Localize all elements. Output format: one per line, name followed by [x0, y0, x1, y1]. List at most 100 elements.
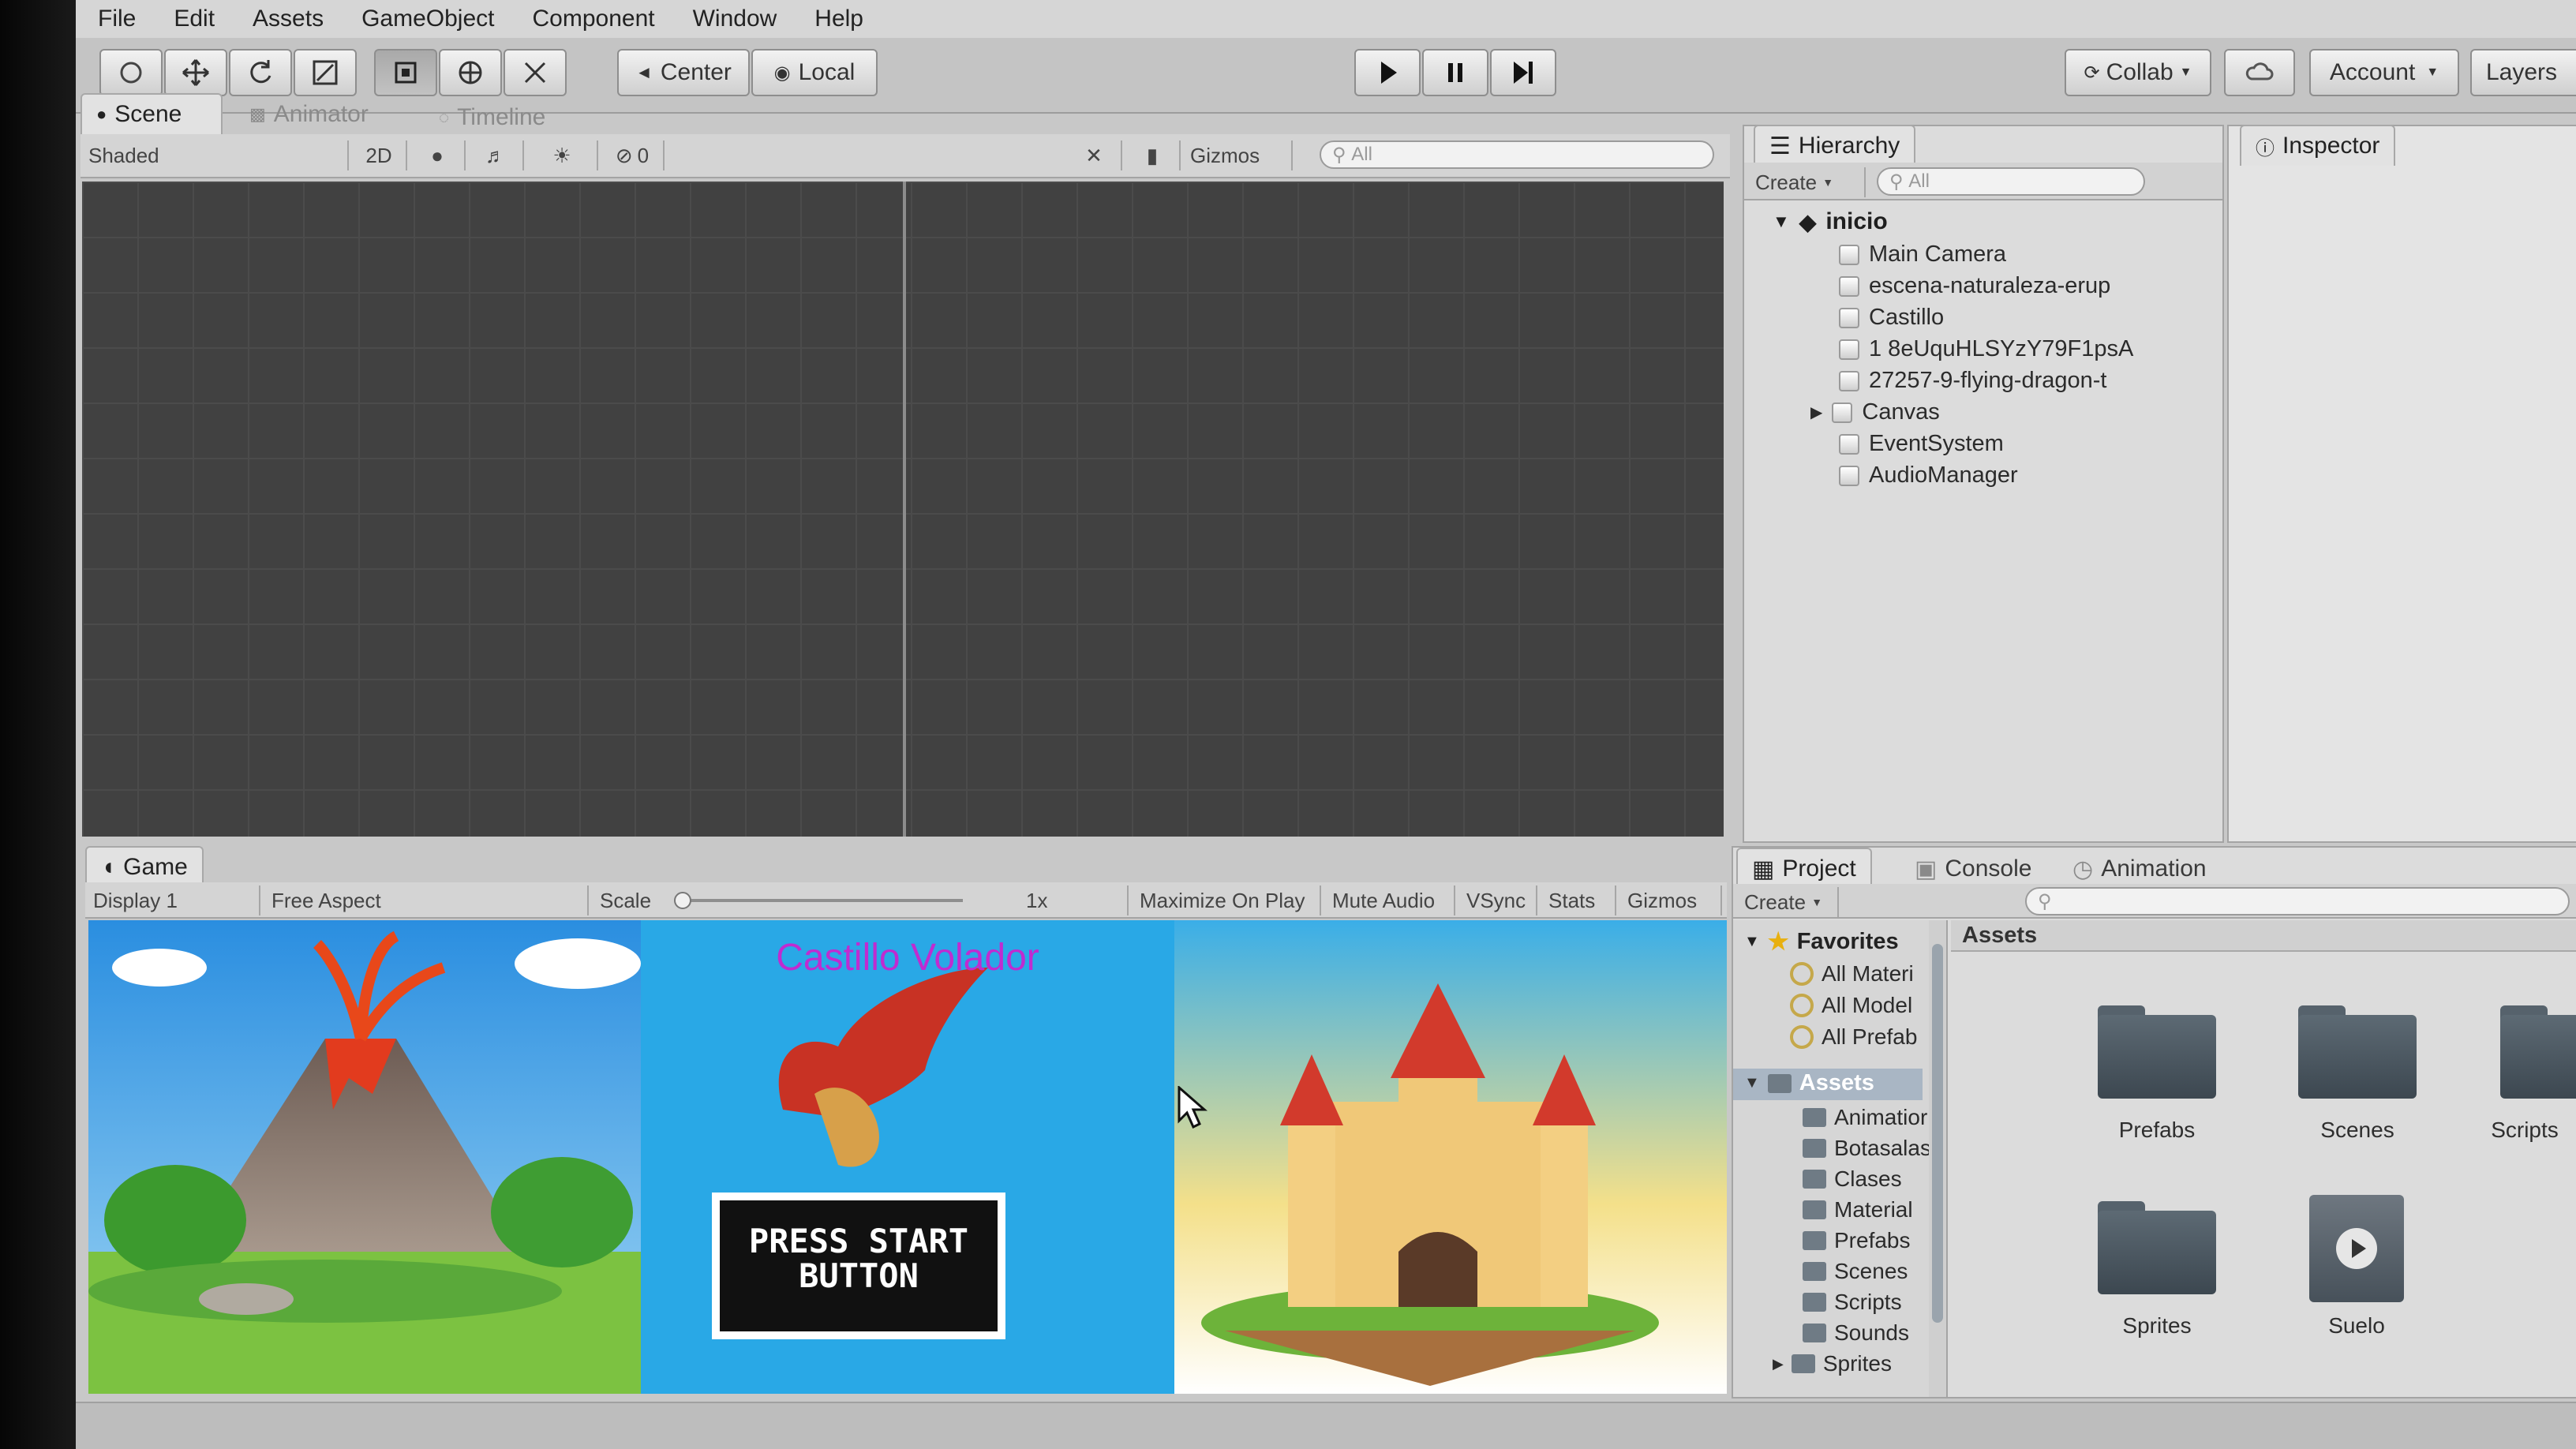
shading-mode-dropdown[interactable]: Shaded [80, 140, 349, 170]
tab-animation[interactable]: ◷ Animation [2057, 848, 2222, 889]
hierarchy-item-main-camera[interactable]: Main Camera [1839, 242, 2006, 268]
asset-label-scripts: Scripts [2491, 1118, 2559, 1142]
tree-folder-label: Sounds [1834, 1320, 1909, 1345]
tab-hierarchy[interactable]: ☰ Hierarchy [1754, 125, 1916, 166]
expand-arrow-icon[interactable]: ▶ [1810, 402, 1822, 422]
tree-folder-scripts[interactable]: Scripts [1803, 1290, 1902, 1315]
custom-tool-button[interactable] [504, 49, 567, 96]
asset-label-sprites: Sprites [2122, 1313, 2192, 1338]
favorite-all-models[interactable]: All Model [1790, 993, 1912, 1018]
tree-folder-animations[interactable]: Animatior [1803, 1105, 1927, 1130]
menu-assets[interactable]: Assets [245, 6, 331, 32]
menu-window[interactable]: Window [685, 6, 785, 32]
expand-arrow-icon[interactable]: ▼ [1744, 933, 1760, 951]
asset-folder-sprites[interactable] [2098, 1201, 2216, 1294]
cloud-button[interactable] [2224, 49, 2295, 96]
hierarchy-create-button[interactable]: Create ▼ [1747, 167, 1866, 197]
play-button[interactable] [1354, 49, 1421, 96]
pivot-local-button[interactable]: ◉ Local [751, 49, 878, 96]
account-dropdown[interactable]: Account ▼ [2309, 49, 2459, 96]
expand-arrow-icon[interactable]: ▼ [1773, 212, 1790, 232]
tree-folder-prefabs[interactable]: Prefabs [1803, 1228, 1911, 1253]
tab-game[interactable]: ◖ Game [85, 846, 204, 887]
menu-help[interactable]: Help [807, 6, 871, 32]
project-create-button[interactable]: Create ▼ [1736, 887, 1839, 917]
hierarchy-item-eventsystem[interactable]: EventSystem [1839, 431, 2004, 457]
step-button[interactable] [1490, 49, 1556, 96]
transform-tool-button[interactable] [439, 49, 502, 96]
scene-root-row[interactable]: ▼ ◆ inicio [1773, 208, 1888, 235]
scale-slider-thumb[interactable] [674, 892, 691, 909]
tab-console[interactable]: ▣ Console [1899, 848, 2047, 889]
expand-arrow-icon[interactable]: ▶ [1773, 1356, 1784, 1372]
scale-slider-track[interactable] [679, 899, 963, 902]
hierarchy-item-dragon[interactable]: 27257-9-flying-dragon-t [1839, 368, 2106, 394]
list-icon: ☰ [1769, 133, 1791, 159]
scene-view-canvas[interactable] [82, 182, 1724, 837]
asset-suelo-thumbnail[interactable] [2309, 1195, 2404, 1302]
game-gizmos-dropdown[interactable]: Gizmos [1619, 886, 1722, 915]
tree-scrollbar[interactable] [1929, 920, 1946, 1397]
mute-audio-toggle[interactable]: Mute Audio [1324, 886, 1455, 915]
favorite-all-prefabs[interactable]: All Prefab [1790, 1024, 1917, 1050]
asset-folder-scenes[interactable] [2298, 1005, 2417, 1099]
hierarchy-item-canvas[interactable]: ▶ Canvas [1810, 399, 1940, 425]
asset-folder-scripts[interactable] [2500, 1005, 2576, 1099]
camera-settings-button[interactable]: ▮ [1125, 140, 1181, 170]
game-view-render[interactable]: Castillo Volador PRESS START BUTTON [88, 920, 1727, 1394]
tab-animator[interactable]: ▩ Animator [234, 93, 384, 134]
tree-folder-material[interactable]: Material [1803, 1197, 1913, 1222]
move-tool-button[interactable] [164, 49, 227, 96]
menu-file[interactable]: File [90, 6, 144, 32]
wrench-icon: ✕ [1085, 143, 1103, 167]
title-screen-panel [641, 920, 1174, 1394]
gizmos-dropdown[interactable]: Gizmos [1182, 140, 1293, 170]
menu-component[interactable]: Component [524, 6, 662, 32]
2d-toggle[interactable]: 2D [352, 140, 407, 170]
project-search-input[interactable]: ⚲ [2025, 887, 2570, 915]
tree-folder-clases[interactable]: Clases [1803, 1166, 1902, 1192]
pause-button[interactable] [1422, 49, 1488, 96]
tree-folder-botasalas[interactable]: Botasalas [1803, 1136, 1931, 1161]
layers-dropdown[interactable]: Layers [2470, 49, 2576, 96]
favorites-header[interactable]: ▼ ★ Favorites [1744, 928, 1899, 956]
scale-tool-button[interactable] [294, 49, 357, 96]
stats-toggle[interactable]: Stats [1541, 886, 1616, 915]
press-start-button[interactable]: PRESS START BUTTON [720, 1224, 998, 1294]
collab-button[interactable]: ⟳ Collab ▼ [2065, 49, 2211, 96]
scene-tools-button[interactable]: ✕ [1067, 140, 1122, 170]
hierarchy-item-castillo[interactable]: Castillo [1839, 305, 1944, 331]
hand-tool-button[interactable] [99, 49, 163, 96]
lighting-toggle[interactable]: ● [410, 140, 466, 170]
pivot-center-button[interactable]: ◄ Center [617, 49, 750, 96]
menu-edit[interactable]: Edit [166, 6, 223, 32]
hierarchy-search-input[interactable]: ⚲ All [1877, 167, 2145, 196]
tab-project[interactable]: ▦ Project [1736, 848, 1872, 889]
rect-tool-button[interactable] [374, 49, 437, 96]
breadcrumb-label[interactable]: Assets [1962, 923, 2037, 949]
tree-scrollbar-thumb[interactable] [1932, 944, 1943, 1323]
tab-scene[interactable]: ● Scene [80, 93, 223, 134]
aspect-dropdown[interactable]: Free Aspect [264, 886, 589, 915]
hierarchy-item-sprite-1[interactable]: 1 8eUquHLSYzY79F1psA [1839, 336, 2133, 362]
vsync-toggle[interactable]: VSync [1458, 886, 1537, 915]
effects-dropdown[interactable]: ☀ [527, 140, 598, 170]
hierarchy-item-audiomanager[interactable]: AudioManager [1839, 462, 2018, 489]
tab-inspector[interactable]: ⓘ Inspector [2240, 125, 2396, 166]
expand-arrow-icon[interactable]: ▼ [1744, 1074, 1760, 1092]
scene-search-input[interactable]: ⚲ All [1320, 140, 1714, 169]
maximize-on-play-toggle[interactable]: Maximize On Play [1132, 886, 1321, 915]
hierarchy-item-escena[interactable]: escena-naturaleza-erup [1839, 273, 2110, 299]
tree-folder-sprites[interactable]: ▶ Sprites [1773, 1351, 1892, 1376]
hidden-objects-counter[interactable]: ⊘ 0 [601, 140, 665, 170]
globe-icon: ◉ [773, 62, 791, 84]
rotate-tool-button[interactable] [229, 49, 292, 96]
menu-gameobject[interactable]: GameObject [354, 6, 502, 32]
tree-folder-scenes[interactable]: Scenes [1803, 1259, 1908, 1284]
asset-folder-prefabs[interactable] [2098, 1005, 2216, 1099]
tab-timeline[interactable]: ◌ Timeline [423, 96, 561, 137]
audio-toggle[interactable]: ♬ [469, 140, 524, 170]
favorite-all-materials[interactable]: All Materi [1790, 961, 1914, 987]
display-dropdown[interactable]: Display 1 [85, 886, 260, 915]
tree-folder-sounds[interactable]: Sounds [1803, 1320, 1909, 1346]
